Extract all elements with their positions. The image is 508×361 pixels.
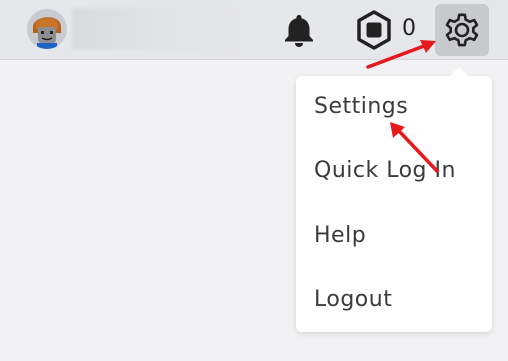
robux-button[interactable] [352, 8, 396, 52]
avatar-image [27, 9, 67, 49]
top-navigation-bar: 0 [0, 0, 508, 60]
username-blurred [72, 8, 248, 50]
bell-icon [285, 15, 313, 47]
robux-balance: 0 [402, 16, 416, 41]
user-avatar[interactable] [27, 9, 67, 49]
menu-item-settings[interactable]: Settings [314, 92, 408, 122]
gear-icon [445, 13, 479, 47]
menu-item-quick-log-in[interactable]: Quick Log In [314, 156, 456, 186]
robux-icon [357, 10, 391, 50]
menu-item-help[interactable]: Help [314, 221, 366, 251]
settings-dropdown-menu: Settings Quick Log In Help Logout [296, 67, 492, 332]
settings-button[interactable] [435, 4, 489, 56]
notifications-button[interactable] [279, 10, 319, 50]
menu-item-logout[interactable]: Logout [314, 285, 392, 315]
